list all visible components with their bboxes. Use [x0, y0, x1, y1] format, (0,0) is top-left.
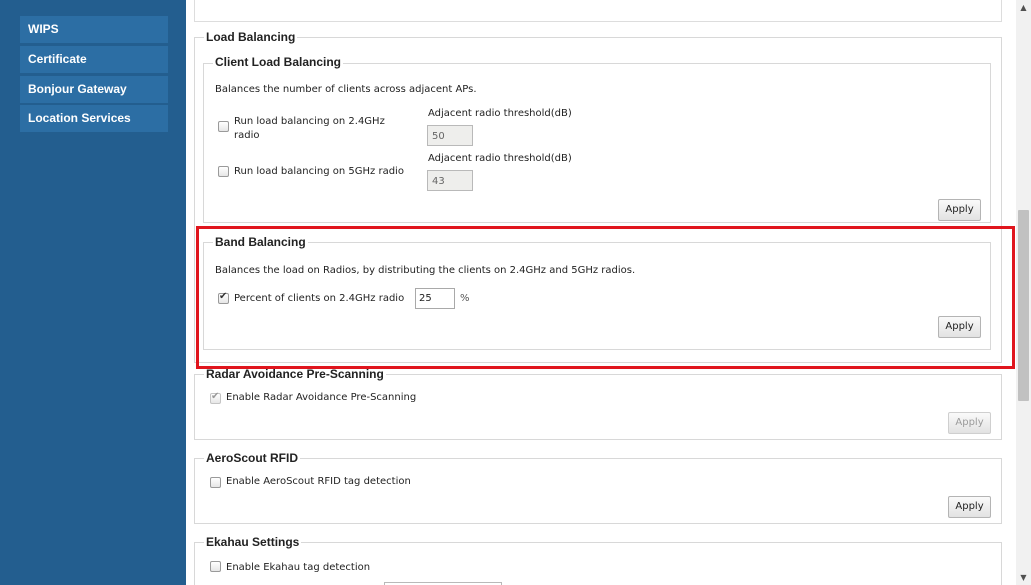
- vertical-scrollbar[interactable]: ▲ ▼: [1016, 0, 1031, 585]
- radar-avoidance-title: Radar Avoidance Pre-Scanning: [204, 367, 386, 381]
- sidebar-item-location-services[interactable]: Location Services: [20, 105, 168, 132]
- previous-section-box: [194, 0, 1002, 22]
- band-balancing-percent-input[interactable]: 25: [415, 288, 455, 309]
- band-balancing-percent-label: Percent of clients on 2.4GHz radio: [234, 293, 405, 304]
- sidebar-item-certificate[interactable]: Certificate: [20, 46, 168, 73]
- aeroscout-section: [194, 458, 1002, 524]
- radar-avoidance-checkbox[interactable]: [210, 391, 221, 404]
- radio5-load-balancing-label: Run load balancing on 5GHz radio: [234, 166, 404, 177]
- band-balancing-percent-checkbox[interactable]: [218, 291, 229, 304]
- client-load-balancing-description: Balances the number of clients across ad…: [215, 84, 477, 95]
- aeroscout-title: AeroScout RFID: [204, 451, 301, 465]
- ekahau-title: Ekahau Settings: [204, 535, 302, 549]
- radio5-load-balancing-checkbox[interactable]: [218, 166, 229, 177]
- band-balancing-apply-button[interactable]: Apply: [938, 316, 981, 338]
- aeroscout-apply-button[interactable]: Apply: [948, 496, 991, 518]
- scroll-down-arrow-icon[interactable]: ▼: [1016, 570, 1031, 585]
- band-balancing-title: Band Balancing: [213, 235, 308, 249]
- radar-avoidance-apply-button[interactable]: Apply: [948, 412, 991, 434]
- sidebar-item-bonjour-gateway[interactable]: Bonjour Gateway: [20, 76, 168, 103]
- percent-unit: %: [460, 293, 470, 304]
- threshold24-input[interactable]: 50: [427, 125, 473, 146]
- radar-avoidance-section: [194, 374, 1002, 440]
- aeroscout-label: Enable AeroScout RFID tag detection: [226, 476, 411, 487]
- sidebar-item-label: WIPS: [28, 22, 59, 36]
- band-balancing-description: Balances the load on Radios, by distribu…: [215, 265, 636, 276]
- sidebar: WIPS Certificate Bonjour Gateway Locatio…: [0, 0, 186, 585]
- radar-avoidance-label: Enable Radar Avoidance Pre-Scanning: [226, 392, 417, 403]
- threshold5-input[interactable]: 43: [427, 170, 473, 191]
- sidebar-item-wips[interactable]: WIPS: [20, 16, 168, 43]
- load-balancing-title: Load Balancing: [204, 30, 298, 44]
- sidebar-item-label: Location Services: [28, 111, 131, 125]
- scroll-up-arrow-icon[interactable]: ▲: [1016, 0, 1031, 15]
- client-load-balancing-apply-button[interactable]: Apply: [938, 199, 981, 221]
- scroll-thumb[interactable]: [1018, 210, 1029, 401]
- radio24-load-balancing-label-cont: radio: [234, 130, 260, 141]
- main-content: Load Balancing Client Load Balancing Bal…: [186, 0, 1016, 585]
- client-load-balancing-title: Client Load Balancing: [213, 55, 344, 69]
- ekahau-checkbox[interactable]: [210, 561, 221, 572]
- aeroscout-checkbox[interactable]: [210, 477, 221, 488]
- radio24-load-balancing-checkbox[interactable]: [218, 121, 229, 132]
- ekahau-label: Enable Ekahau tag detection: [226, 562, 371, 573]
- threshold24-label: Adjacent radio threshold(dB): [428, 108, 572, 119]
- threshold5-label: Adjacent radio threshold(dB): [428, 153, 572, 164]
- sidebar-item-label: Certificate: [28, 52, 87, 66]
- sidebar-item-label: Bonjour Gateway: [28, 82, 127, 96]
- radio24-load-balancing-label: Run load balancing on 2.4GHz: [234, 116, 385, 127]
